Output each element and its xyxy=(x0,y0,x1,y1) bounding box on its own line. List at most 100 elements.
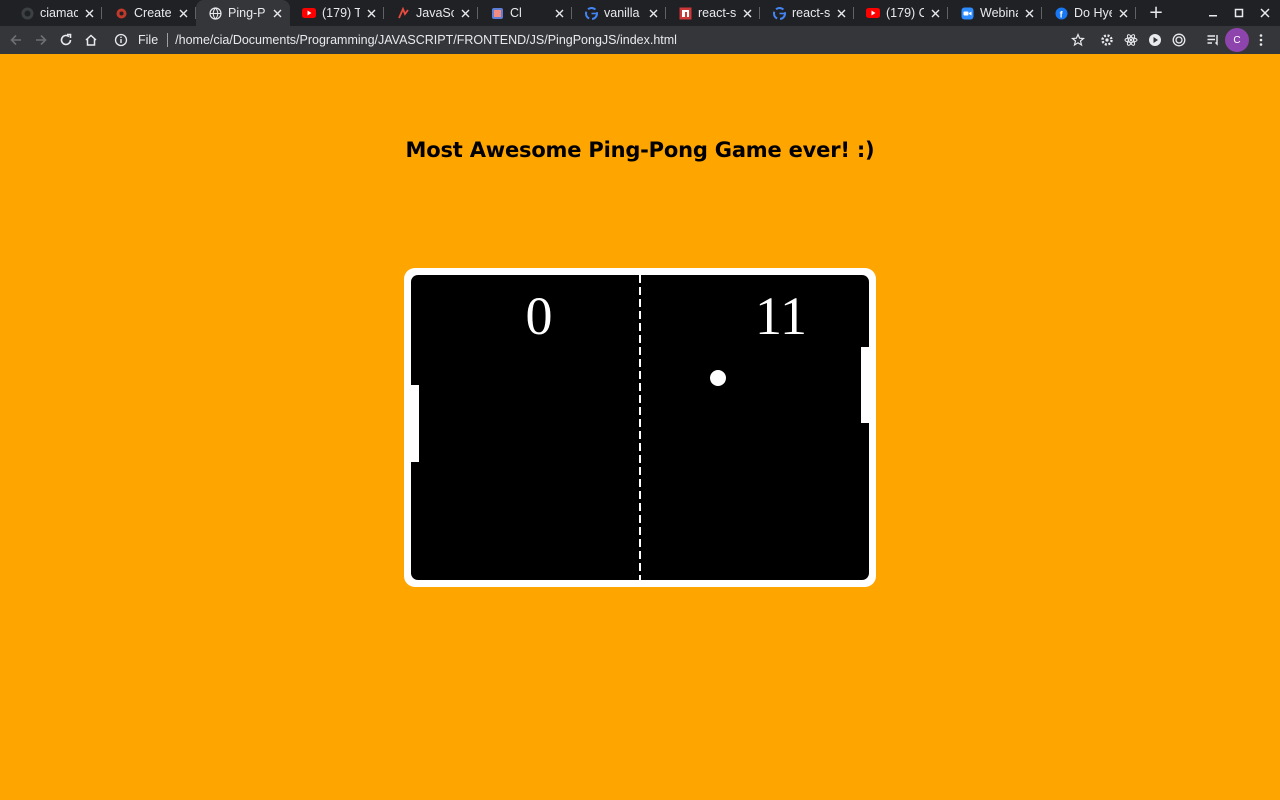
close-tab-icon[interactable] xyxy=(176,6,190,20)
ball xyxy=(710,370,726,386)
arrow-right-icon xyxy=(36,34,47,46)
profile-button[interactable]: C xyxy=(1225,28,1249,52)
close-tab-icon[interactable] xyxy=(1116,6,1130,20)
facebook-icon: f xyxy=(1054,6,1068,20)
arrow-left-icon xyxy=(10,34,21,46)
tab-strip: ciamac-c Create T Ping-Po (179) Th JavaScri C… xyxy=(0,0,1280,26)
toolbar-spacer xyxy=(1191,28,1201,52)
address-bar[interactable]: File /home/cia/Documents/Programming/JAV… xyxy=(104,28,1096,52)
close-tab-icon[interactable] xyxy=(364,6,378,20)
close-tab-icon[interactable] xyxy=(740,6,754,20)
tab-list: ciamac-c Create T Ping-Po (179) Th JavaScri C… xyxy=(8,0,1136,26)
tab-title: JavaScri xyxy=(416,6,454,20)
plus-icon: + xyxy=(1148,2,1164,23)
minimize-icon xyxy=(1209,15,1217,17)
target-icon xyxy=(1172,33,1186,47)
page-title: Most Awesome Ping-Pong Game ever! :) xyxy=(405,138,875,162)
tab-8[interactable]: react-sw xyxy=(760,0,854,26)
page-content: Most Awesome Ping-Pong Game ever! :) 0 1… xyxy=(0,54,1280,800)
close-tab-icon[interactable] xyxy=(834,6,848,20)
tab-9[interactable]: (179) Co xyxy=(854,0,948,26)
tab-title: (179) Th xyxy=(322,6,360,20)
youtube-icon xyxy=(866,6,880,20)
tab-title: react-sw xyxy=(792,6,830,20)
extensions-area: C xyxy=(1095,26,1273,54)
tab-7[interactable]: react-sw xyxy=(666,0,760,26)
tab-0[interactable]: ciamac-c xyxy=(8,0,102,26)
tab-title: react-sw xyxy=(698,6,736,20)
close-tab-icon[interactable] xyxy=(458,6,472,20)
google-icon xyxy=(772,6,786,20)
star-icon xyxy=(1071,33,1085,47)
more-vert-icon xyxy=(1259,34,1263,46)
home-button[interactable] xyxy=(79,28,103,52)
reading-list-button[interactable] xyxy=(1201,28,1225,52)
close-tab-icon[interactable] xyxy=(270,6,284,20)
tab-title: ciamac-c xyxy=(40,6,78,20)
forward-button[interactable] xyxy=(29,28,53,52)
globe-icon xyxy=(208,6,222,20)
google-icon xyxy=(584,6,598,20)
zoom-icon xyxy=(960,6,974,20)
tab-3[interactable]: (179) Th xyxy=(290,0,384,26)
close-tab-icon[interactable] xyxy=(552,6,566,20)
game-board-frame: 0 11 xyxy=(404,268,876,587)
center-line xyxy=(639,275,641,580)
github-icon xyxy=(20,6,34,20)
menu-button[interactable] xyxy=(1249,28,1273,52)
extension-target-button[interactable] xyxy=(1167,28,1191,52)
tab-4[interactable]: JavaScri xyxy=(384,0,478,26)
tab-title: Webinar xyxy=(980,6,1018,20)
tab-5[interactable]: Cl xyxy=(478,0,572,26)
app-icon xyxy=(114,6,128,20)
close-tab-icon[interactable] xyxy=(82,6,96,20)
tab-6[interactable]: vanilla ja xyxy=(572,0,666,26)
right-score: 11 xyxy=(755,286,807,346)
right-paddle xyxy=(861,347,869,423)
tab-separator xyxy=(1135,7,1136,19)
window-controls xyxy=(1200,0,1278,26)
extension-button[interactable] xyxy=(1095,28,1119,52)
close-tab-icon[interactable] xyxy=(928,6,942,20)
tab-title: vanilla ja xyxy=(604,6,642,20)
address-divider xyxy=(167,33,169,47)
tab-2[interactable]: Ping-Po xyxy=(196,0,290,26)
close-tab-icon[interactable] xyxy=(646,6,660,20)
info-icon xyxy=(114,33,128,47)
multi-icon xyxy=(490,6,504,20)
gear-icon xyxy=(1101,34,1113,46)
left-paddle xyxy=(411,385,419,462)
back-button[interactable] xyxy=(4,28,28,52)
new-tab-button[interactable]: + xyxy=(1142,0,1170,26)
tab-title: (179) Co xyxy=(886,6,924,20)
scheme-label: File xyxy=(138,33,159,47)
npm-icon xyxy=(678,6,692,20)
maximize-button[interactable] xyxy=(1226,0,1252,26)
circle-extension-icon xyxy=(1149,34,1161,46)
tab-title: Cl xyxy=(510,6,522,20)
avatar: C xyxy=(1225,28,1249,52)
tab-title: Create T xyxy=(134,6,172,20)
react-icon xyxy=(1124,34,1138,46)
bookmark-button[interactable] xyxy=(1070,32,1086,48)
reload-icon xyxy=(60,33,72,46)
tab-title: Ping-Po xyxy=(228,6,266,20)
extension-circle-button[interactable] xyxy=(1143,28,1167,52)
game-board[interactable]: 0 11 xyxy=(411,275,869,580)
url-text[interactable]: /home/cia/Documents/Programming/JAVASCRI… xyxy=(175,33,677,47)
maximize-icon xyxy=(1234,8,1244,18)
youtube-icon xyxy=(302,6,316,20)
tab-title: Do Hyeo xyxy=(1074,6,1112,20)
tab-1[interactable]: Create T xyxy=(102,0,196,26)
close-icon xyxy=(1260,8,1270,18)
left-score: 0 xyxy=(525,286,553,346)
react-devtools-button[interactable] xyxy=(1119,28,1143,52)
reload-button[interactable] xyxy=(54,28,78,52)
tab-10[interactable]: Webinar xyxy=(948,0,1042,26)
close-window-button[interactable] xyxy=(1252,0,1278,26)
reading-list-icon xyxy=(1207,35,1218,46)
tab-11[interactable]: f Do Hyeo xyxy=(1042,0,1136,26)
site-info-button[interactable] xyxy=(110,28,132,52)
close-tab-icon[interactable] xyxy=(1022,6,1036,20)
minimize-button[interactable] xyxy=(1200,0,1226,26)
